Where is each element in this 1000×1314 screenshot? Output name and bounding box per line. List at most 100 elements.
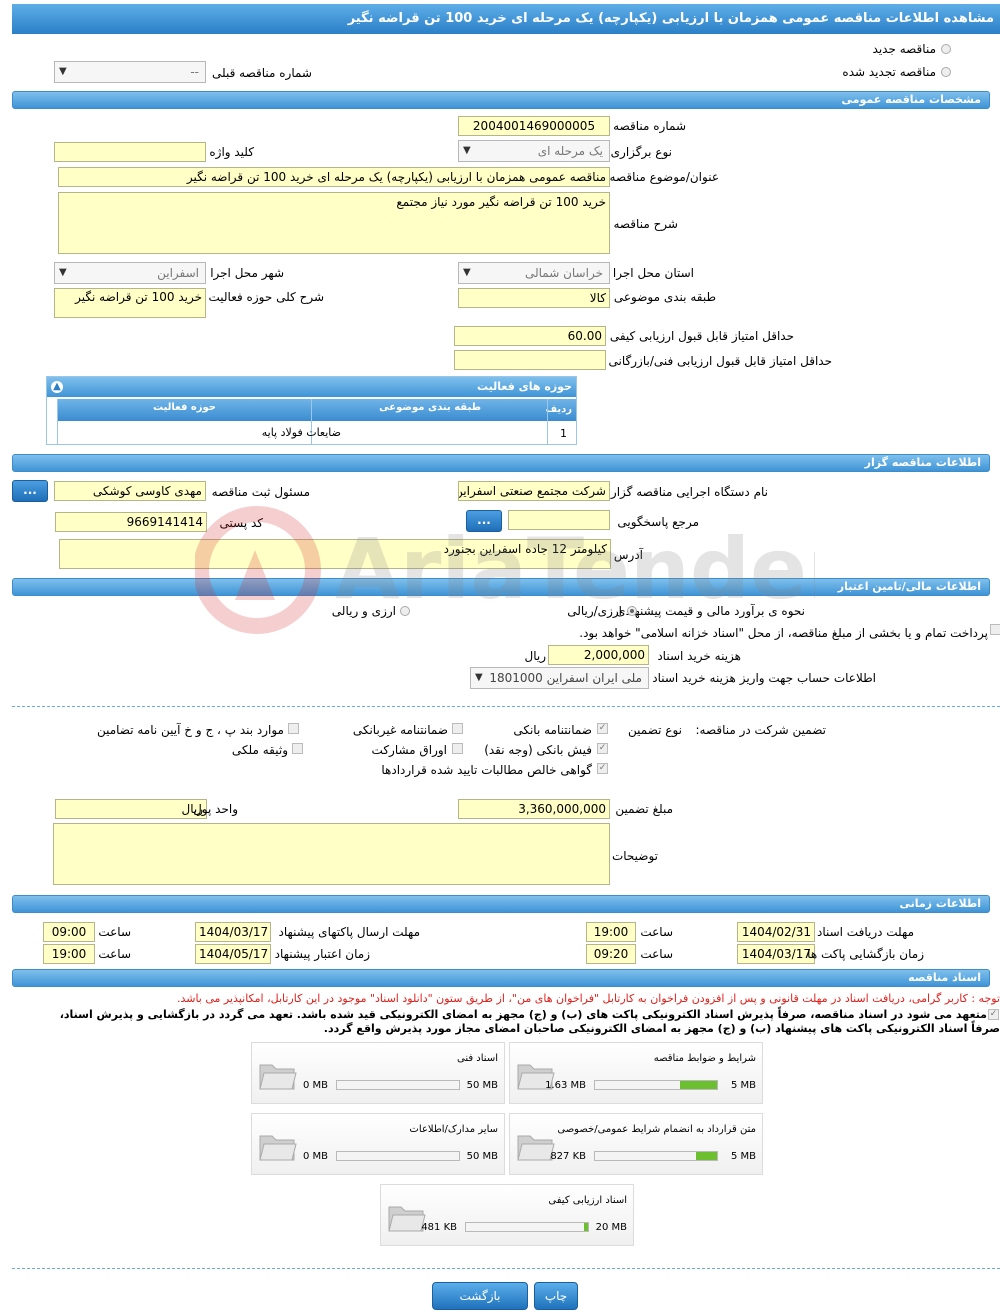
document-file-used-size: 0 MB [302, 1080, 328, 1091]
chevron-down-icon: ▼ [463, 145, 471, 156]
prev-number-select[interactable]: -- ▼ [54, 61, 206, 83]
registrar-lookup-button[interactable]: ... [12, 480, 48, 502]
treasury-checkbox[interactable] [990, 624, 1000, 635]
receivables-checkbox[interactable]: ✓ [597, 763, 608, 774]
opening-label: زمان بازگشایی پاکت ها [807, 947, 924, 961]
postal-code-field[interactable]: 9669141414 [55, 512, 207, 532]
commitment-line-2: صرفاً اسناد الکترونیکی پاکت های پیشنهاد … [323, 1022, 1000, 1035]
document-file-card[interactable]: شرایط و ضوابط مناقصه 5 MB 1.63 MB [509, 1042, 763, 1104]
radio-renewed-tender-label: مناقصه تجدید شده [842, 65, 936, 79]
other-guarantee-label: موارد بند پ ، ج و خ آیین نامه تضامین [96, 723, 284, 737]
document-file-card[interactable]: سایر مدارک/اطلاعات 50 MB 0 MB [251, 1113, 505, 1175]
bank-receipt-checkbox[interactable]: ✓ [597, 743, 608, 754]
doc-deadline-label: مهلت دریافت اسناد [816, 925, 914, 939]
category-label: طبقه بندی موضوعی [613, 290, 716, 304]
doc-deadline-date-field[interactable]: 1404/02/31 [737, 922, 815, 942]
activities-panel: حوزه های فعالیت ▲ ردیف طبقه بندی موضوعی … [46, 376, 577, 445]
guarantee-type-label: نوع تضمین [628, 723, 682, 737]
guarantee-amount-label: مبلغ تضمین [615, 802, 673, 816]
row-activity: ضایعات فولاد پایه [261, 426, 341, 439]
document-file-card[interactable]: اسناد ارزیابی کیفی 20 MB 481 KB [380, 1184, 634, 1246]
currency-field[interactable]: ریال [55, 799, 207, 819]
holding-type-label: نوع برگزاری [610, 145, 672, 159]
keyword-field[interactable] [54, 142, 206, 162]
province-select[interactable]: خراسان شمالی ▼ [458, 262, 610, 284]
validity-label: زمان اعتبار پیشنهاد [274, 947, 370, 961]
activities-header-label: حوزه های فعالیت [477, 380, 572, 393]
document-file-used-size: 1.63 MB [545, 1080, 586, 1091]
description-field[interactable]: خرید 100 تن قراضه نگیر مورد نیاز مجتمع [58, 192, 610, 254]
document-file-progress-fill [696, 1152, 717, 1160]
back-button[interactable]: بازگشت [432, 1282, 528, 1310]
min-quality-score-field[interactable]: 60.00 [454, 326, 606, 346]
document-file-name: اسناد فنی [457, 1053, 498, 1064]
chevron-down-icon: ▼ [59, 267, 67, 278]
validity-time-label: ساعت [98, 947, 131, 961]
radio-new-tender[interactable] [941, 44, 951, 54]
doc-deadline-time-label: ساعت [640, 925, 673, 939]
opening-date-field[interactable]: 1404/03/17 [737, 944, 815, 964]
account-select[interactable]: ملی ایران اسفراین 1801000 ▼ [470, 667, 649, 689]
other-guarantee-checkbox[interactable] [288, 723, 299, 734]
document-file-name: اسناد ارزیابی کیفی [548, 1195, 627, 1206]
submit-deadline-time-label: ساعت [98, 925, 131, 939]
radio-renewed-tender[interactable] [941, 67, 951, 77]
chevron-down-icon: ▼ [463, 267, 471, 278]
opening-time-label: ساعت [640, 947, 673, 961]
province-label: استان محل اجرا [612, 266, 694, 280]
validity-time-field[interactable]: 19:00 [43, 944, 95, 964]
bonds-checkbox[interactable] [452, 743, 463, 754]
min-quality-score-label: حداقل امتیاز قابل قبول ارزیابی کیفی [609, 329, 794, 343]
col-category-header: طبقه بندی موضوعی [379, 402, 481, 413]
document-file-card[interactable]: متن قرارداد به انضمام شرایط عمومی/خصوصی 5… [509, 1113, 763, 1175]
property-checkbox[interactable] [292, 743, 303, 754]
document-file-name: شرایط و ضوابط مناقصه [653, 1053, 756, 1064]
activity-desc-label: شرح کلی حوزه فعالیت [208, 290, 325, 304]
document-file-max-size: 50 MB [466, 1080, 498, 1091]
city-label: شهر محل اجرا [210, 266, 284, 280]
keyword-label: کلید واژه [209, 145, 254, 159]
nonbank-guarantee-label: ضمانتنامه غیربانکی [352, 723, 448, 737]
category-field[interactable]: کالا [458, 288, 610, 308]
validity-date-field[interactable]: 1404/05/17 [195, 944, 271, 964]
document-file-used-size: 827 KB [550, 1151, 586, 1162]
doc-deadline-time-field[interactable]: 19:00 [586, 922, 636, 942]
commitment-checkbox[interactable]: ✓ [988, 1009, 999, 1020]
registrar-field[interactable]: مهدی کاوسی کوشکی [54, 481, 206, 501]
collapse-icon[interactable]: ▲ [51, 381, 63, 393]
col-activity-header: حوزه فعالیت [153, 402, 216, 413]
page-title: مشاهده اطلاعات مناقصه عمومی همزمان با ار… [12, 4, 1000, 34]
divider [12, 1268, 1000, 1269]
document-file-max-size: 20 MB [595, 1222, 627, 1233]
divider [12, 706, 1000, 707]
document-file-card[interactable]: اسناد فنی 50 MB 0 MB [251, 1042, 505, 1104]
document-file-progress [594, 1151, 718, 1161]
description-label: شرح مناقصه [613, 217, 678, 231]
subject-field[interactable]: مناقصه عمومی همزمان با ارزیابی (یکپارچه)… [58, 167, 610, 187]
activity-desc-field[interactable]: خرید 100 تن قراضه نگیر [54, 288, 206, 318]
opening-time-field[interactable]: 09:20 [586, 944, 636, 964]
commitment-line-1: متعهد می شود در اسناد مناقصه، صرفاً پذیر… [59, 1008, 987, 1021]
tender-number-field[interactable]: 2004001469000005 [458, 116, 610, 136]
min-tech-score-label: حداقل امتیاز قابل قبول ارزیابی فنی/بازرگ… [608, 354, 832, 368]
document-file-max-size: 5 MB [730, 1080, 756, 1091]
min-tech-score-field[interactable] [454, 350, 606, 370]
submit-deadline-time-field[interactable]: 09:00 [43, 922, 95, 942]
section-documents-header: اسناد مناقصه [12, 969, 990, 987]
notes-field[interactable] [53, 823, 610, 885]
nonbank-guarantee-checkbox[interactable] [452, 723, 463, 734]
bank-guarantee-checkbox[interactable]: ✓ [597, 723, 608, 734]
section-organizer-header: اطلاعات مناقصه گزار [12, 454, 990, 472]
chevron-down-icon: ▼ [59, 66, 67, 77]
bonds-label: اوراق مشارکت [371, 743, 447, 757]
guarantee-section-label: تضمین شرکت در مناقصه: [695, 723, 826, 737]
prev-number-value: -- [190, 65, 199, 79]
print-button[interactable]: چاپ [534, 1282, 578, 1310]
document-file-used-size: 0 MB [302, 1151, 328, 1162]
holding-type-select[interactable]: یک مرحله ای ▼ [458, 140, 610, 162]
city-select[interactable]: اسفراین ▼ [54, 262, 206, 284]
row-index: 1 [560, 427, 567, 440]
section-general-header: مشخصات مناقصه عمومی [12, 91, 990, 109]
guarantee-amount-field[interactable]: 3,360,000,000 [458, 799, 610, 819]
submit-deadline-date-field[interactable]: 1404/03/17 [195, 922, 271, 942]
